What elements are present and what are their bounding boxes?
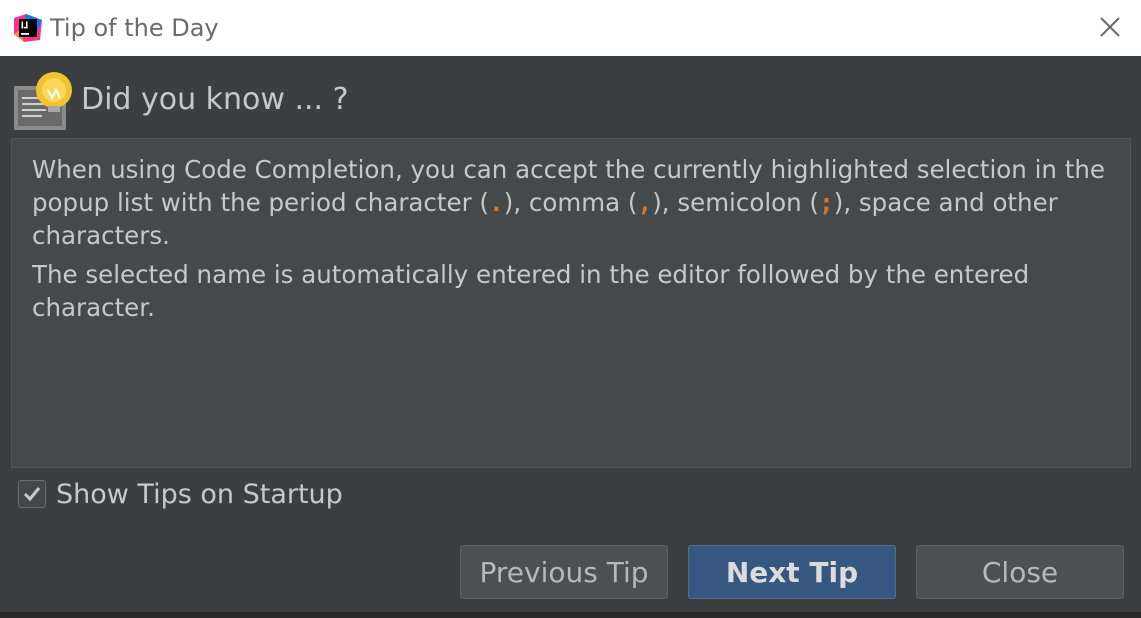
tip-text: ), comma ( bbox=[503, 188, 638, 217]
tip-paragraph-1: When using Code Completion, you can acce… bbox=[32, 153, 1110, 252]
dialog-content: Did you know ... ? When using Code Compl… bbox=[0, 56, 1141, 618]
tip-paragraph-2: The selected name is automatically enter… bbox=[32, 260, 1030, 322]
show-tips-option[interactable]: Show Tips on Startup bbox=[18, 478, 343, 510]
show-tips-label[interactable]: Show Tips on Startup bbox=[56, 479, 343, 510]
window-bottom-edge bbox=[0, 612, 1141, 618]
next-tip-button[interactable]: Next Tip bbox=[688, 545, 896, 599]
tip-panel: When using Code Completion, you can acce… bbox=[11, 138, 1131, 468]
code-comma: , bbox=[637, 188, 653, 217]
window-title: Tip of the Day bbox=[50, 14, 219, 42]
checkmark-icon bbox=[23, 487, 41, 502]
intellij-idea-icon bbox=[14, 14, 42, 42]
close-button[interactable]: Close bbox=[916, 545, 1124, 599]
close-icon[interactable] bbox=[1095, 12, 1125, 42]
tip-text: ), semicolon ( bbox=[652, 188, 819, 217]
show-tips-checkbox[interactable] bbox=[18, 480, 46, 508]
code-period: . bbox=[489, 188, 504, 217]
title-bar: Tip of the Day bbox=[0, 0, 1141, 56]
lightbulb-icon bbox=[14, 72, 72, 130]
previous-tip-button[interactable]: Previous Tip bbox=[460, 545, 668, 599]
heading-text: Did you know ... ? bbox=[81, 82, 349, 117]
code-semicolon: ; bbox=[819, 188, 834, 217]
